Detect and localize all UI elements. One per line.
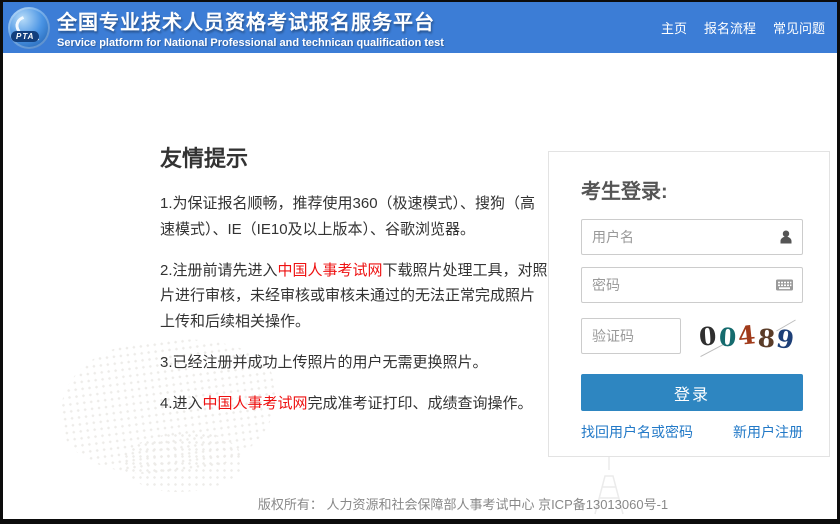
footer-copyright: 版权所有： 人力资源和社会保障部人事考试中心 京ICP备13013060号-1 — [3, 494, 837, 513]
pta-logo-text: PTA — [11, 31, 39, 42]
tips-list: 1.为保证报名顺畅，推荐使用360（极速模式）、搜狗（高速模式）、IE（IE10… — [160, 191, 548, 417]
password-field-wrap — [581, 267, 803, 303]
nav-faq[interactable]: 常见问题 — [773, 18, 825, 37]
captcha-digit: 9 — [774, 323, 796, 354]
tip-text: 完成准考证打印、成绩查询操作。 — [308, 395, 533, 412]
captcha-input[interactable] — [581, 318, 681, 354]
forgot-credentials-link[interactable]: 找回用户名或密码 — [581, 422, 693, 442]
cpta-site-link[interactable]: 中国人事考试网 — [203, 395, 308, 412]
register-link[interactable]: 新用户注册 — [733, 422, 803, 442]
pta-logo[interactable]: PTA — [8, 7, 50, 49]
captcha-image[interactable]: 00489 — [691, 315, 803, 357]
login-button[interactable]: 登录 — [581, 374, 803, 411]
tip-item: 2.注册前请先进入中国人事考试网下载照片处理工具，对照片进行审核，未经审核或审核… — [160, 258, 548, 335]
tip-text: 3.已经注册并成功上传照片的用户无需更换照片。 — [160, 354, 488, 371]
login-links: 找回用户名或密码 新用户注册 — [581, 422, 803, 442]
login-heading: 考生登录: — [581, 175, 829, 204]
site-title: 全国专业技术人员资格考试报名服务平台 — [57, 6, 444, 35]
tip-item: 4.进入中国人事考试网完成准考证打印、成绩查询操作。 — [160, 391, 548, 417]
tips-heading: 友情提示 — [160, 141, 548, 173]
keyboard-icon — [775, 278, 794, 293]
captcha-digit: 8 — [757, 323, 776, 353]
login-panel: 考生登录: 00489 登录 找回用户 — [548, 151, 830, 457]
tip-item: 3.已经注册并成功上传照片的用户无需更换照片。 — [160, 350, 548, 376]
tips-section: 友情提示 1.为保证报名顺畅，推荐使用360（极速模式）、搜狗（高速模式）、IE… — [160, 141, 548, 432]
nav-home[interactable]: 主页 — [661, 18, 687, 37]
site-titles: 全国专业技术人员资格考试报名服务平台 Service platform for … — [57, 6, 444, 49]
page: PTA 全国专业技术人员资格考试报名服务平台 Service platform … — [3, 2, 837, 519]
nav-process[interactable]: 报名流程 — [704, 18, 756, 37]
captcha-digit: 0 — [718, 322, 737, 352]
tip-item: 1.为保证报名顺畅，推荐使用360（极速模式）、搜狗（高速模式）、IE（IE10… — [160, 191, 548, 243]
tip-text: 2.注册前请先进入 — [160, 262, 278, 279]
username-input[interactable] — [581, 219, 803, 255]
site-subtitle: Service platform for National Profession… — [57, 37, 444, 49]
username-field-wrap — [581, 219, 803, 255]
cpta-site-link[interactable]: 中国人事考试网 — [278, 262, 383, 279]
password-input[interactable] — [581, 267, 803, 303]
top-nav: 主页报名流程常见问题 — [644, 2, 825, 53]
map-watermark — [123, 432, 243, 492]
user-icon — [778, 229, 794, 245]
captcha-field-wrap — [581, 318, 681, 354]
login-form: 考生登录: 00489 登录 找回用户 — [549, 152, 829, 442]
captcha-digit: 0 — [698, 321, 717, 351]
captcha-digit: 4 — [737, 320, 757, 351]
captcha-row: 00489 — [581, 315, 829, 357]
header: PTA 全国专业技术人员资格考试报名服务平台 Service platform … — [3, 2, 837, 53]
tip-text: 1.为保证报名顺畅，推荐使用360（极速模式）、搜狗（高速模式）、IE（IE10… — [160, 195, 535, 238]
tip-text: 4.进入 — [160, 395, 203, 412]
